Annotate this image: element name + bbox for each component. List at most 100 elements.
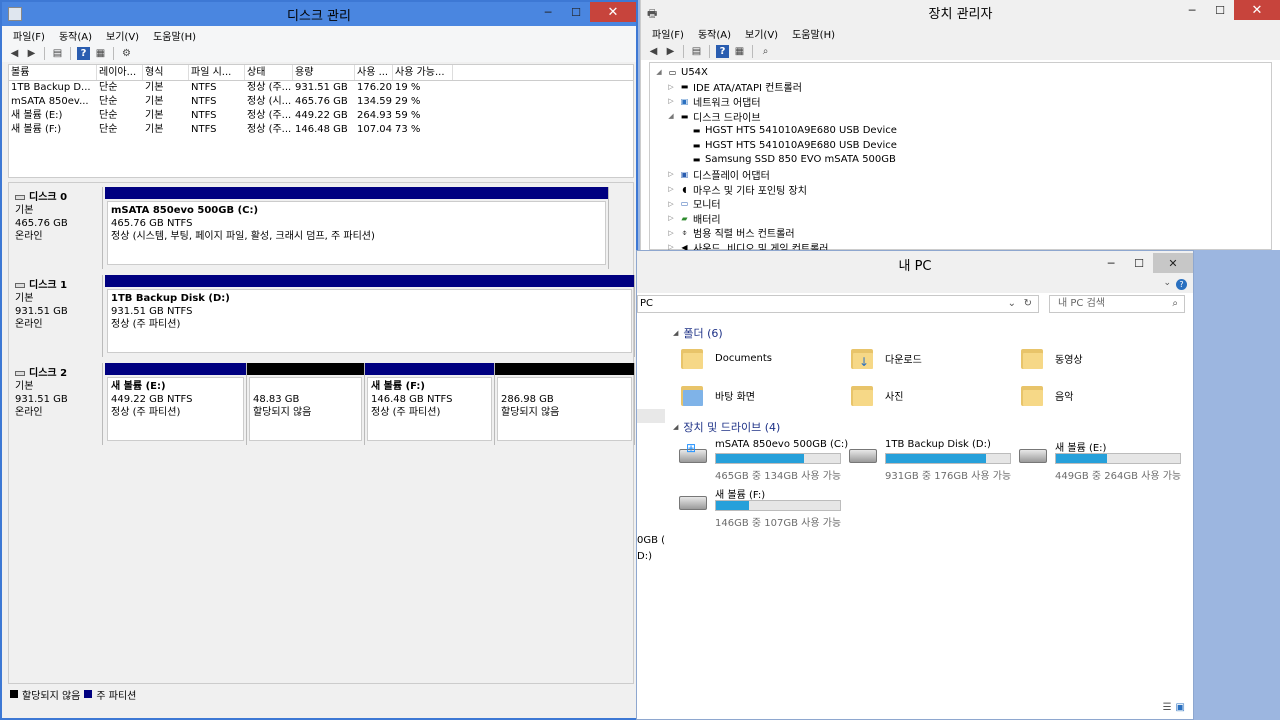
folder-documents[interactable]: Documents: [679, 345, 772, 371]
help-icon[interactable]: ?: [1176, 279, 1187, 290]
settings-icon[interactable]: ⚙: [120, 47, 133, 60]
table-row[interactable]: mSATA 850ev... 단순 기본 NTFS 정상 (시... 465.76 GB 1…: [9, 95, 633, 109]
menu-file[interactable]: 파일(F): [645, 26, 691, 41]
expand-arrow-icon[interactable]: ▷: [666, 200, 676, 208]
disk-label[interactable]: 디스크 0 기본 465.76 GB 온라인: [11, 187, 103, 269]
help-icon[interactable]: ?: [716, 44, 729, 58]
minimize-button[interactable]: ─: [534, 2, 562, 22]
column-capacity[interactable]: 용량: [293, 65, 355, 80]
close-button[interactable]: ✕: [590, 2, 636, 22]
address-bar[interactable]: PC ⌄ ↻: [637, 295, 1039, 313]
title-bar[interactable]: 🖶 장치 관리자 ─ ☐ ✕: [641, 0, 1280, 24]
column-layout[interactable]: 레이아...: [97, 65, 143, 80]
collapse-arrow-icon[interactable]: ◢: [673, 329, 678, 337]
close-button[interactable]: ✕: [1234, 0, 1280, 20]
disk-label[interactable]: 디스크 1 기본 931.51 GB 온라인: [11, 275, 103, 357]
unallocated-space[interactable]: 48.83 GB 할당되지 않음: [247, 363, 365, 445]
unallocated-space[interactable]: 286.98 GB 할당되지 않음: [495, 363, 635, 445]
back-icon[interactable]: ◀: [8, 47, 21, 60]
minimize-button[interactable]: ─: [1178, 0, 1206, 20]
drives-header[interactable]: ◢ 장치 및 드라이브 (4): [673, 419, 780, 435]
column-type[interactable]: 형식: [143, 65, 189, 80]
console-tree-icon[interactable]: ▤: [51, 47, 64, 60]
menu-help[interactable]: 도움말(H): [146, 28, 203, 43]
table-row[interactable]: 새 볼륨 (E:) 단순 기본 NTFS 정상 (주... 449.22 GB 264.93…: [9, 109, 633, 123]
tree-node[interactable]: ▷ ▣ 네트워크 어댑터: [650, 94, 1271, 109]
title-bar[interactable]: 내 PC ─ ☐ ✕: [637, 251, 1193, 277]
close-button[interactable]: ✕: [1153, 253, 1193, 273]
scan-hardware-icon[interactable]: ⌕: [759, 45, 772, 58]
table-row[interactable]: 새 볼륨 (F:) 단순 기본 NTFS 정상 (주... 146.48 GB 107.04…: [9, 123, 633, 137]
minimize-button[interactable]: ─: [1097, 253, 1125, 273]
collapse-arrow-icon[interactable]: ◢: [673, 423, 678, 431]
refresh-icon[interactable]: ↻: [1024, 296, 1032, 312]
tree-node[interactable]: ▷ ▬ IDE ATA/ATAPI 컨트롤러: [650, 80, 1271, 94]
tree-node[interactable]: ◢ ▬ 디스크 드라이브: [650, 109, 1271, 124]
back-icon[interactable]: ◀: [647, 45, 660, 58]
expand-arrow-icon[interactable]: ▷: [666, 170, 676, 178]
column-status[interactable]: 상태: [245, 65, 293, 80]
title-bar[interactable]: 디스크 관리 ─ ☐ ✕: [2, 2, 636, 26]
details-view-icon[interactable]: ☰: [1163, 702, 1172, 713]
folder-desktop[interactable]: 바탕 화면: [679, 382, 755, 408]
maximize-button[interactable]: ☐: [562, 2, 590, 22]
tree-node[interactable]: ▬ HGST HTS 541010A9E680 USB Device: [650, 138, 1271, 153]
maximize-button[interactable]: ☐: [1125, 253, 1153, 273]
collapse-arrow-icon[interactable]: ◢: [654, 68, 664, 76]
partition-f[interactable]: 새 볼륨 (F:) 146.48 GB NTFS 정상 (주 파티션): [365, 363, 495, 445]
nav-selected-item[interactable]: [637, 409, 665, 423]
maximize-button[interactable]: ☐: [1206, 0, 1234, 20]
menu-action[interactable]: 동작(A): [52, 28, 99, 43]
tree-node[interactable]: ▬ Samsung SSD 850 EVO mSATA 500GB: [650, 153, 1271, 168]
table-row[interactable]: 1TB Backup D... 단순 기본 NTFS 정상 (주... 931.51 GB…: [9, 81, 633, 95]
folder-pictures[interactable]: 사진: [849, 382, 903, 408]
expand-arrow-icon[interactable]: ▷: [666, 185, 676, 193]
drive-e[interactable]: 새 볼륨 (E:) 449GB 중 264GB 사용 가능: [1019, 439, 1189, 483]
drive-c[interactable]: ⊞ mSATA 850evo 500GB (C:) 465GB 중 134GB …: [679, 439, 849, 483]
forward-icon[interactable]: ▶: [25, 47, 38, 60]
menu-view[interactable]: 보기(V): [738, 26, 785, 41]
column-volume[interactable]: 볼륨: [9, 65, 97, 80]
tree-node[interactable]: ▷ ⌽ 범용 직렬 버스 컨트롤러: [650, 226, 1271, 241]
ribbon-expand-icon[interactable]: ⌄: [1163, 278, 1171, 288]
disk-label[interactable]: 디스크 2 기본 931.51 GB 온라인: [11, 363, 103, 445]
expand-arrow-icon[interactable]: ▷: [666, 229, 676, 237]
folder-videos[interactable]: 동영상: [1019, 345, 1083, 371]
expand-arrow-icon[interactable]: ▷: [666, 97, 676, 105]
tree-node[interactable]: ▷ ▣ 디스플레이 어댑터: [650, 167, 1271, 182]
search-input[interactable]: 내 PC 검색 ⌕: [1049, 295, 1185, 313]
drive-f[interactable]: 새 볼륨 (F:) 146GB 중 107GB 사용 가능: [679, 486, 849, 530]
properties-icon[interactable]: ▦: [733, 45, 746, 58]
forward-icon[interactable]: ▶: [664, 45, 677, 58]
folders-header[interactable]: ◢ 폴더 (6): [673, 325, 723, 341]
menu-file[interactable]: 파일(F): [6, 28, 52, 43]
collapse-arrow-icon[interactable]: ◢: [666, 112, 676, 120]
drive-d[interactable]: 1TB Backup Disk (D:) 931GB 중 176GB 사용 가능: [849, 439, 1019, 483]
disk-drive-icon: ▬: [680, 111, 689, 121]
column-filesystem[interactable]: 파일 시...: [189, 65, 245, 80]
console-tree-icon[interactable]: ▤: [690, 45, 703, 58]
help-icon[interactable]: ?: [77, 46, 90, 60]
tree-node[interactable]: ▬ HGST HTS 541010A9E680 USB Device: [650, 123, 1271, 138]
folder-downloads[interactable]: ↓ 다운로드: [849, 345, 922, 371]
partition-e[interactable]: 새 볼륨 (E:) 449.22 GB NTFS 정상 (주 파티션): [105, 363, 247, 445]
tree-node-computer[interactable]: ◢ ▭ U54X: [650, 65, 1271, 80]
menu-action[interactable]: 동작(A): [691, 26, 738, 41]
tree-node[interactable]: ▷ ▰ 배터리: [650, 211, 1271, 226]
folder-music[interactable]: 음악: [1019, 382, 1073, 408]
tree-node[interactable]: ▷ ▭ 모니터: [650, 196, 1271, 211]
address-dropdown-icon[interactable]: ⌄: [1008, 296, 1016, 312]
properties-icon[interactable]: ▦: [94, 47, 107, 60]
tree-node[interactable]: ▷ ◀ 사운드, 비디오 및 게임 컨트롤러: [650, 240, 1271, 250]
expand-arrow-icon[interactable]: ▷: [666, 214, 676, 222]
expand-arrow-icon[interactable]: ▷: [666, 243, 676, 250]
menu-help[interactable]: 도움말(H): [785, 26, 842, 41]
large-icons-view-icon[interactable]: ▣: [1176, 702, 1185, 713]
tree-node[interactable]: ▷ ◖ 마우스 및 기타 포인팅 장치: [650, 182, 1271, 197]
column-free-pct[interactable]: 사용 가능...: [393, 65, 453, 80]
menu-view[interactable]: 보기(V): [99, 28, 146, 43]
column-used[interactable]: 사용 ...: [355, 65, 393, 80]
expand-arrow-icon[interactable]: ▷: [666, 83, 676, 91]
partition-c[interactable]: mSATA 850evo 500GB (C:) 465.76 GB NTFS 정…: [105, 187, 609, 269]
partition-d[interactable]: 1TB Backup Disk (D:) 931.51 GB NTFS 정상 (…: [105, 275, 635, 357]
